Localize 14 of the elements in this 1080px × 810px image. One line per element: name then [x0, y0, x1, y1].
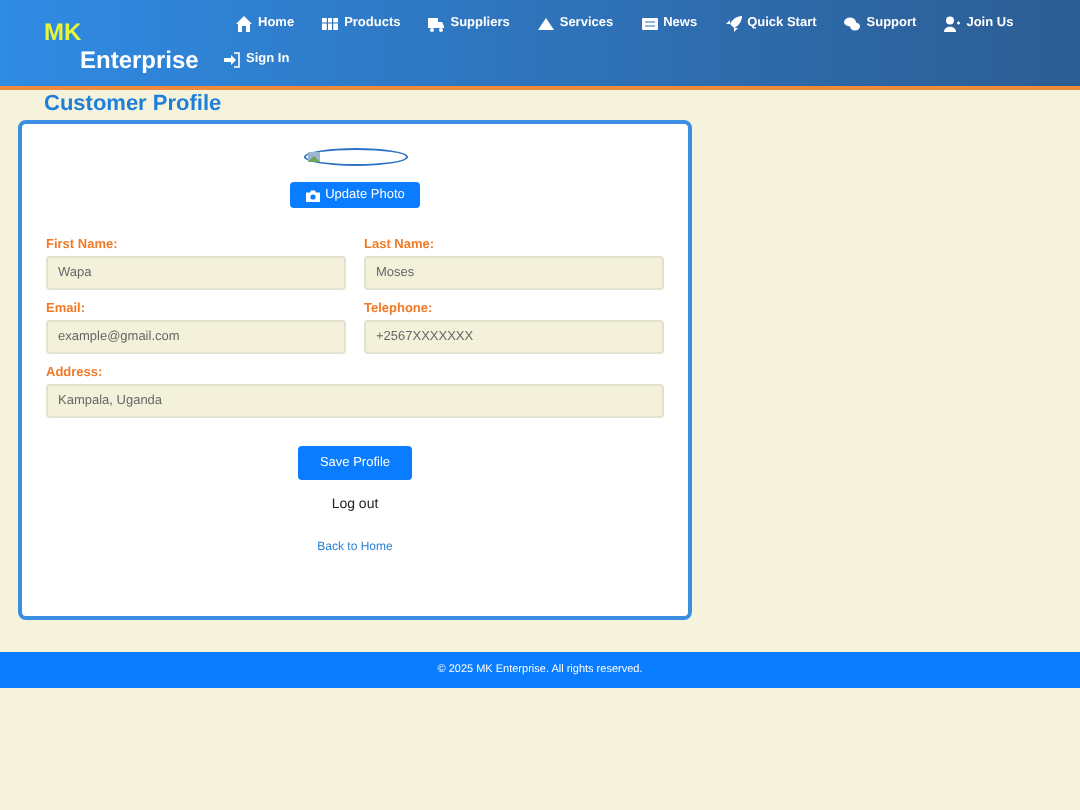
chat-icon [844, 16, 861, 32]
logo-text: MK [44, 18, 82, 46]
home-icon [236, 16, 252, 32]
logo-text: Enterprise [78, 46, 199, 74]
triangle-icon [537, 16, 554, 32]
broken-image-icon [307, 152, 319, 162]
page-title: Customer Profile [42, 90, 222, 118]
camera-icon [305, 189, 320, 201]
user-icon [944, 16, 961, 32]
paper-icon [641, 16, 658, 32]
rocket-icon [725, 16, 742, 32]
grid-icon [322, 16, 339, 32]
truck-icon [428, 16, 445, 32]
signin-icon [224, 52, 240, 68]
